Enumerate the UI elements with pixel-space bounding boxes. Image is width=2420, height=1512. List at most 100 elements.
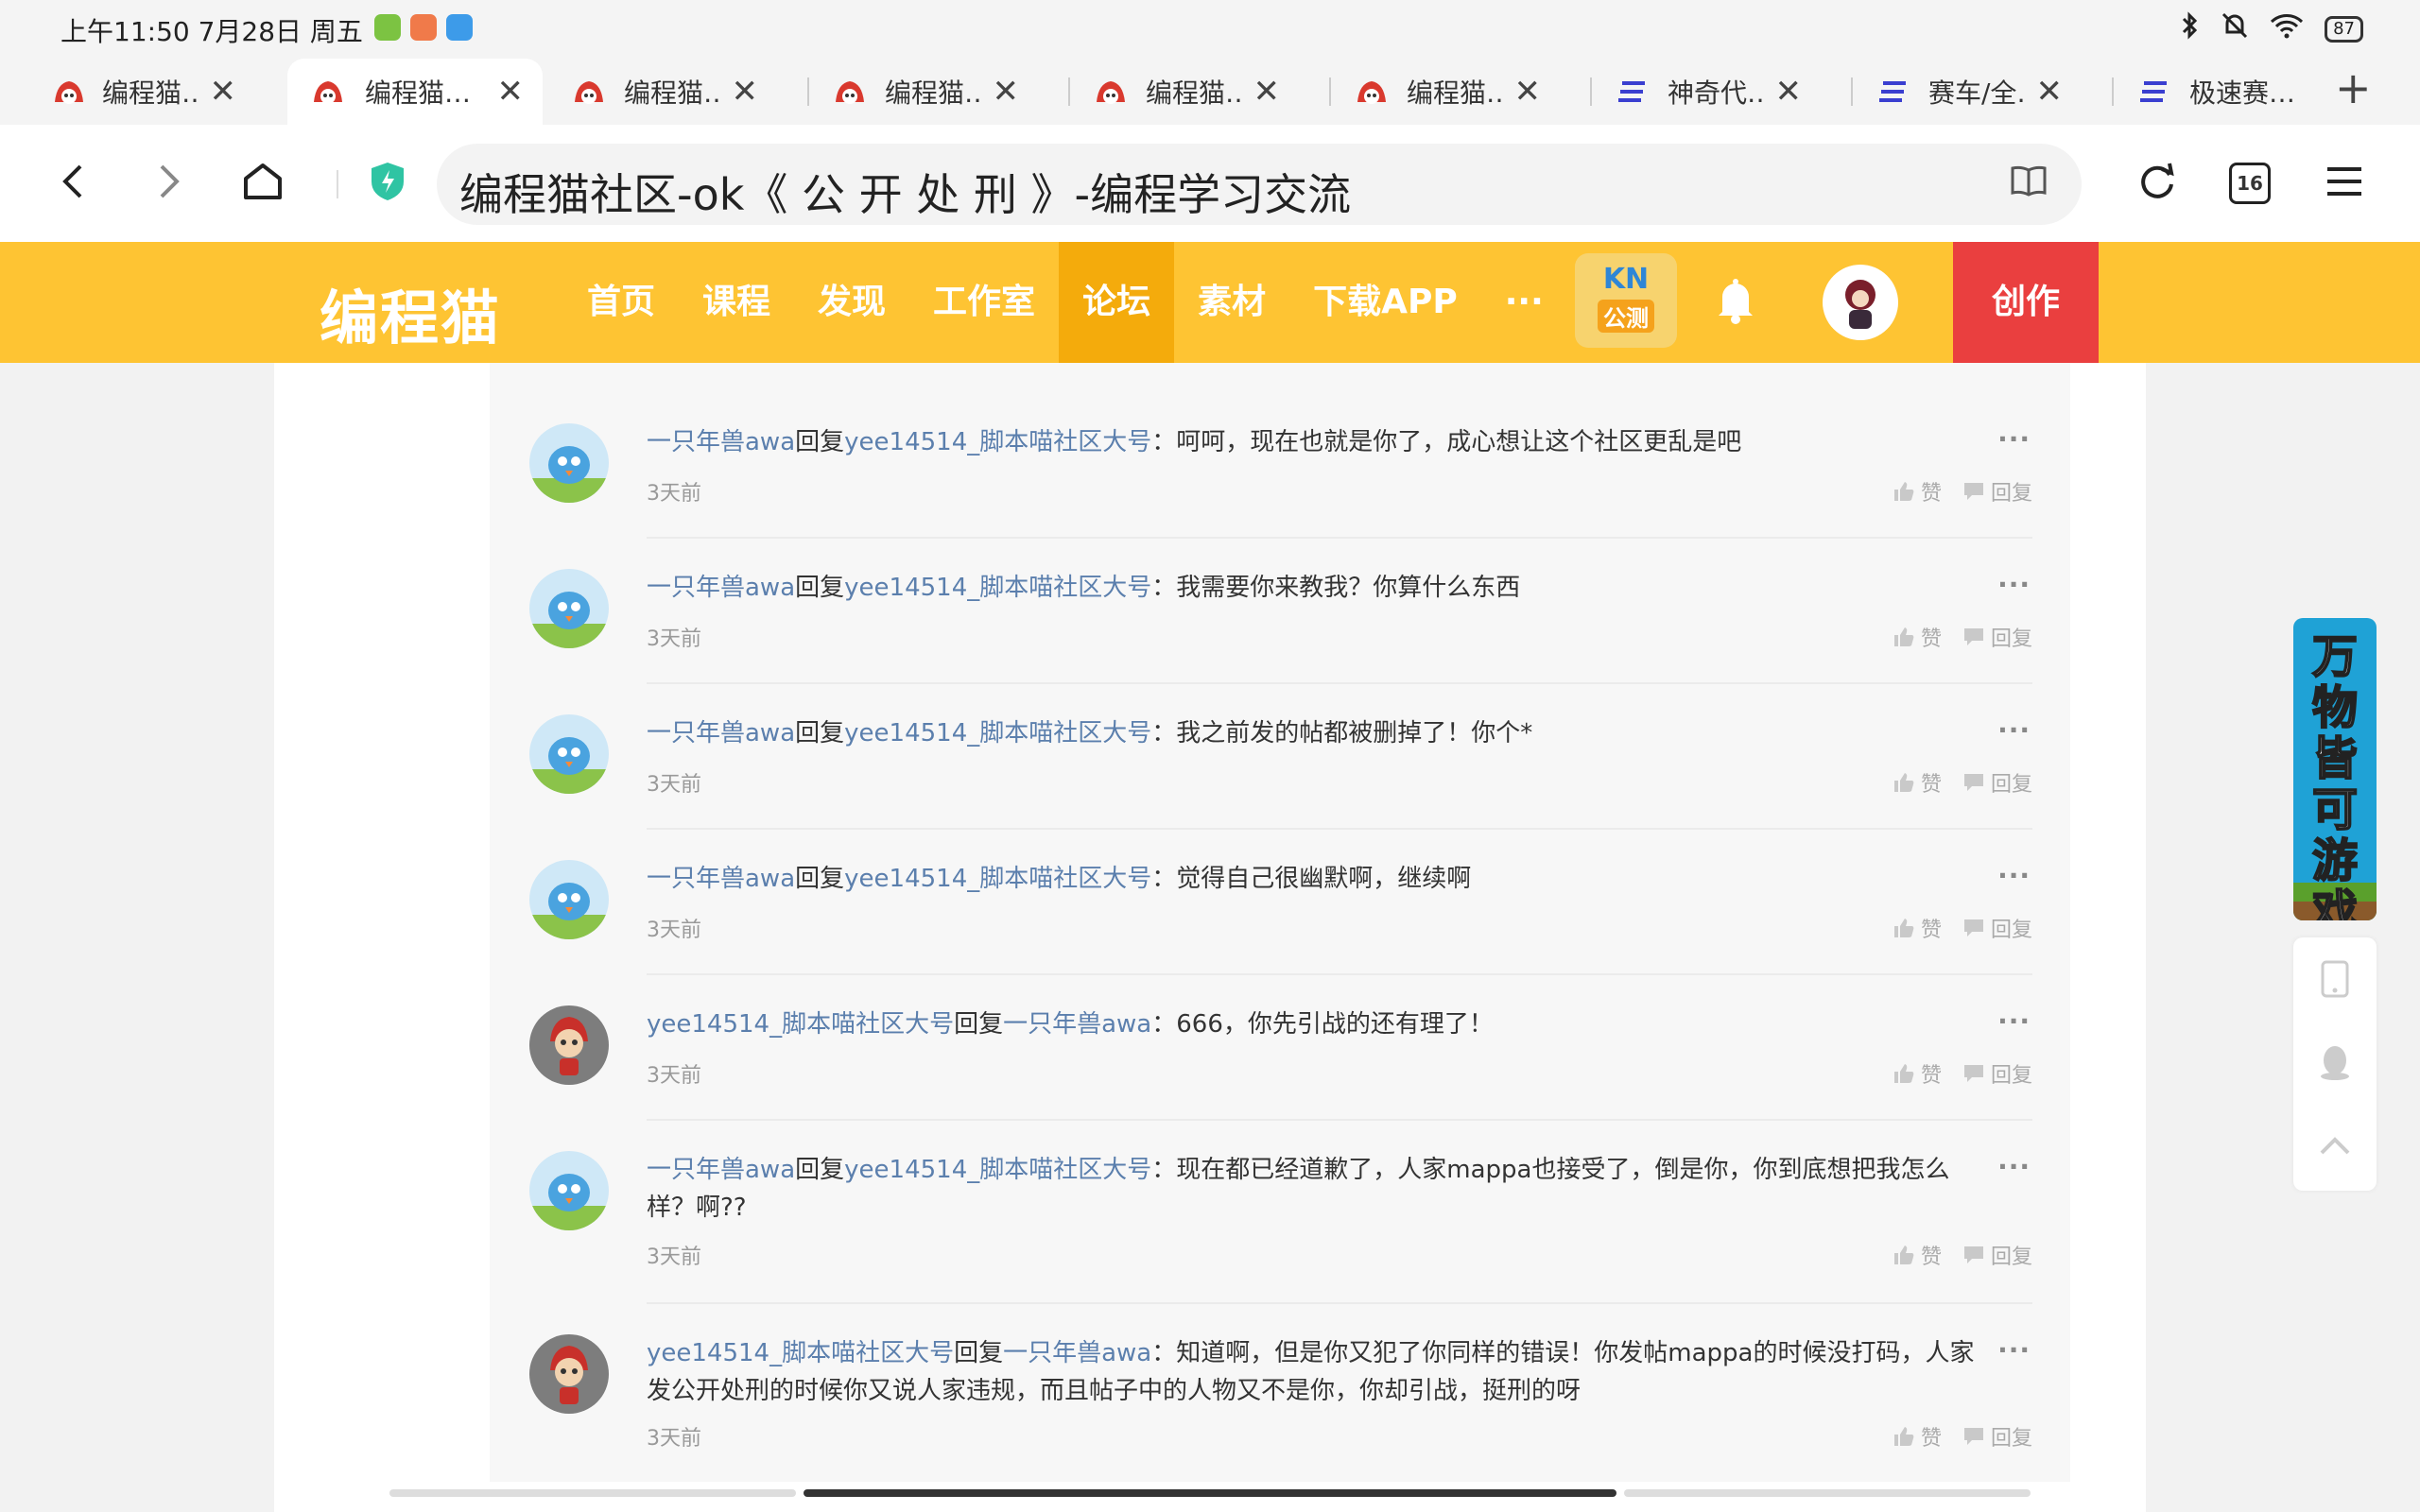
reply-target-link[interactable]: yee14514_脚本喵社区大号 — [844, 1156, 1151, 1184]
nav-more[interactable]: ··· — [1481, 242, 1567, 363]
mute-bell-icon — [2221, 11, 2249, 46]
reply-button[interactable]: 回复 — [1962, 913, 2032, 943]
thumbs-up-icon — [1893, 1246, 1914, 1264]
notification-bell-icon[interactable] — [1713, 276, 1758, 329]
new-tab-plus-icon[interactable]: + — [2335, 62, 2372, 113]
forward-button[interactable] — [138, 151, 199, 212]
browser-tab-active[interactable]: 编程猫… ✕ — [287, 59, 543, 125]
browser-tab[interactable]: 编程猫… ✕ — [522, 59, 777, 125]
nav-materials[interactable]: 素材 — [1174, 242, 1289, 363]
tab-count-button[interactable]: 16 — [2229, 163, 2271, 204]
comment-more-button[interactable]: ··· — [1997, 423, 2031, 455]
browser-tab[interactable]: 编程猫… ✕ — [1305, 59, 1560, 125]
comment-body: ：我之前发的帖都被删掉了！你个* — [1151, 719, 1533, 747]
comment-more-button[interactable]: ··· — [1997, 569, 2031, 600]
back-button[interactable] — [43, 151, 104, 212]
reply-word: 回复 — [795, 1156, 845, 1184]
tab-close-icon[interactable]: ✕ — [1253, 73, 1281, 111]
comment-author-link[interactable]: yee14514_脚本喵社区大号 — [647, 1339, 954, 1367]
tab-close-icon[interactable]: ✕ — [497, 73, 525, 111]
reply-button[interactable]: 回复 — [1962, 1058, 2032, 1089]
browser-tab[interactable]: 极速赛… — [2087, 59, 2322, 125]
comment-more-button[interactable]: ··· — [1997, 1151, 2031, 1182]
like-button[interactable]: 赞 — [1893, 1421, 1942, 1452]
chat-bubble-icon — [1963, 1246, 1983, 1263]
nav-discover[interactable]: 发现 — [794, 242, 909, 363]
reply-target-link[interactable]: 一只年兽awa — [1003, 1010, 1151, 1039]
scrollbar-thumb[interactable] — [804, 1489, 1616, 1497]
comment-actions: 赞 回复 — [1893, 476, 2032, 507]
home-button[interactable] — [233, 151, 293, 212]
nav-forum[interactable]: 论坛 — [1059, 242, 1175, 363]
browser-tab[interactable]: 编程猫… ✕ — [0, 59, 255, 125]
security-shield-icon[interactable] — [357, 151, 418, 212]
comment-author-link[interactable]: 一只年兽awa — [647, 865, 795, 893]
reply-button[interactable]: 回复 — [1962, 476, 2032, 507]
nav-home[interactable]: 首页 — [563, 242, 679, 363]
codemao-icon — [575, 81, 603, 104]
cat-avatar[interactable] — [529, 1334, 609, 1414]
site-logo[interactable]: 编程猫 — [320, 270, 501, 355]
comment-more-button[interactable]: ··· — [1997, 1005, 2031, 1037]
browser-tab[interactable]: 编程猫… ✕ — [1044, 59, 1299, 125]
comment-author-link[interactable]: 一只年兽awa — [647, 428, 795, 456]
bird-avatar[interactable] — [529, 860, 609, 939]
comment-author-link[interactable]: 一只年兽awa — [647, 574, 795, 602]
thumbs-up-icon — [1893, 919, 1914, 937]
browser-tab[interactable]: 神奇代… ✕ — [1565, 59, 1821, 125]
cat-avatar[interactable] — [529, 1005, 609, 1085]
browser-tab[interactable]: 赛车/全… ✕ — [1826, 59, 2082, 125]
like-button[interactable]: 赞 — [1893, 1058, 1942, 1089]
comment-more-button[interactable]: ··· — [1997, 860, 2031, 891]
tab-close-icon[interactable]: ✕ — [1775, 73, 1803, 111]
comment-actions: 赞 回复 — [1893, 1058, 2032, 1089]
comment-actions: 赞 回复 — [1893, 1240, 2032, 1270]
comment-actions: 赞 回复 — [1893, 913, 2032, 943]
reply-button[interactable]: 回复 — [1962, 622, 2032, 652]
back-to-top-icon[interactable] — [2293, 1104, 2377, 1187]
address-bar[interactable]: 编程猫社区-ok《 公 开 处 刑 》-编程学习交流 — [437, 144, 2082, 225]
tab-close-icon[interactable]: ✕ — [993, 73, 1020, 111]
game-promo-banner[interactable]: 万物皆可游戏 — [2293, 618, 2377, 920]
comment-author-link[interactable]: 一只年兽awa — [647, 1156, 795, 1184]
like-button[interactable]: 赞 — [1893, 476, 1942, 507]
tab-close-icon[interactable]: ✕ — [2036, 73, 2064, 111]
nav-courses[interactable]: 课程 — [679, 242, 794, 363]
browser-tab[interactable]: 编程猫… ✕ — [783, 59, 1038, 125]
reply-target-link[interactable]: yee14514_脚本喵社区大号 — [844, 574, 1151, 602]
reply-button[interactable]: 回复 — [1962, 1240, 2032, 1270]
comment-author-link[interactable]: yee14514_脚本喵社区大号 — [647, 1010, 954, 1039]
create-button[interactable]: 创作 — [1953, 242, 2099, 363]
comment-more-button[interactable]: ··· — [1997, 714, 2031, 746]
horizontal-scrollbar[interactable] — [389, 1489, 2031, 1497]
nav-download-app[interactable]: 下载APP — [1289, 242, 1481, 363]
reader-mode-book-icon[interactable] — [2010, 164, 2048, 200]
bird-avatar[interactable] — [529, 569, 609, 648]
comment-item: 一只年兽awa回复yee14514_脚本喵社区大号：现在都已经道歉了，人家map… — [490, 1121, 2070, 1304]
reply-target-link[interactable]: yee14514_脚本喵社区大号 — [844, 865, 1151, 893]
tab-close-icon[interactable]: ✕ — [1514, 73, 1542, 111]
user-avatar[interactable] — [1823, 265, 1898, 340]
reply-target-link[interactable]: yee14514_脚本喵社区大号 — [844, 428, 1151, 456]
like-button[interactable]: 赞 — [1893, 622, 1942, 652]
menu-hamburger-icon[interactable] — [2314, 151, 2375, 212]
kn-beta-badge[interactable]: KN 公测 — [1575, 253, 1677, 348]
reply-target-link[interactable]: 一只年兽awa — [1003, 1339, 1151, 1367]
bird-avatar[interactable] — [529, 714, 609, 794]
like-button[interactable]: 赞 — [1893, 913, 1942, 943]
reply-button[interactable]: 回复 — [1962, 767, 2032, 798]
qq-icon[interactable] — [2293, 1021, 2377, 1104]
refresh-button[interactable] — [2127, 151, 2187, 212]
nav-studio[interactable]: 工作室 — [909, 242, 1059, 363]
reply-button[interactable]: 回复 — [1962, 1421, 2032, 1452]
comment-more-button[interactable]: ··· — [1997, 1334, 2031, 1366]
mobile-app-icon[interactable] — [2293, 937, 2377, 1021]
tab-close-icon[interactable]: ✕ — [210, 73, 237, 111]
reply-target-link[interactable]: yee14514_脚本喵社区大号 — [844, 719, 1151, 747]
bird-avatar[interactable] — [529, 423, 609, 503]
like-button[interactable]: 赞 — [1893, 767, 1942, 798]
bird-avatar[interactable] — [529, 1151, 609, 1230]
tab-close-icon[interactable]: ✕ — [732, 73, 759, 111]
like-button[interactable]: 赞 — [1893, 1240, 1942, 1270]
comment-author-link[interactable]: 一只年兽awa — [647, 719, 795, 747]
